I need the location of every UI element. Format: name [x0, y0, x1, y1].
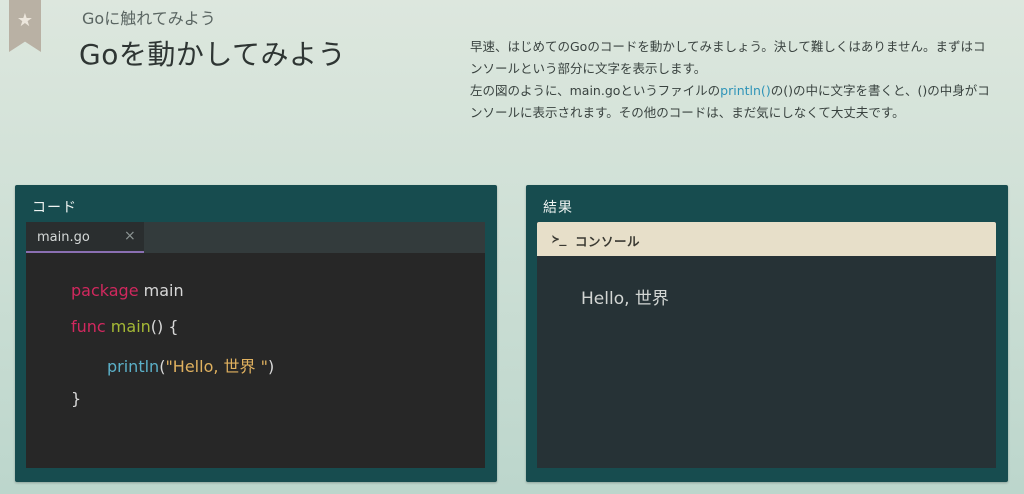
lesson-subtitle: Goに触れてみよう — [82, 9, 216, 28]
console-label: コンソール — [575, 234, 641, 249]
description-paragraph-1: 早速、はじめてのGoのコードを動かしてみましょう。決して難しくはありません。まず… — [470, 39, 986, 76]
code-keyword: func — [71, 317, 106, 336]
code-builtin: println — [107, 357, 160, 376]
code-identifier: main — [138, 281, 184, 300]
code-string: "Hello, 世界 " — [165, 357, 268, 376]
code-punctuation: ) — [267, 357, 275, 376]
code-function-name: main — [105, 317, 151, 336]
code-line: } — [71, 389, 81, 408]
code-editor[interactable]: main.go × package main func main() { pri… — [26, 222, 485, 468]
console-output: Hello, 世界 — [581, 289, 669, 309]
result-panel: 結果 ≻_ コンソール Hello, 世界 — [526, 185, 1008, 482]
description-text: 左の図のように、main.goというファイルの — [470, 83, 721, 98]
code-punctuation: } — [71, 389, 82, 408]
code-line: func main() { — [71, 317, 179, 336]
tab-label: main.go — [37, 230, 90, 245]
console: ≻_ コンソール Hello, 世界 — [537, 222, 996, 468]
description-paragraph-2: 左の図のように、main.goというファイルのprintln()の()の中に文字… — [470, 80, 990, 124]
page-title: Goを動かしてみよう — [79, 38, 346, 71]
terminal-prompt-icon: ≻_ — [552, 232, 567, 246]
code-area[interactable]: package main func main() { println("Hell… — [26, 253, 485, 468]
bookmark-badge: ★ — [9, 0, 41, 52]
lesson-description: 早速、はじめてのGoのコードを動かしてみましょう。決して難しくはありません。まず… — [470, 36, 990, 124]
code-panel: コード main.go × package main func main() {… — [15, 185, 497, 482]
code-panel-title: コード — [32, 200, 77, 216]
editor-tab-bar: main.go × — [26, 222, 485, 253]
inline-code-println: println() — [720, 83, 771, 98]
code-line: package main — [71, 281, 184, 300]
close-icon[interactable]: × — [124, 228, 136, 244]
console-header: ≻_ コンソール — [537, 222, 996, 256]
star-icon: ★ — [16, 10, 34, 31]
result-panel-title: 結果 — [543, 200, 573, 216]
tab-main-go[interactable]: main.go × — [26, 222, 144, 253]
code-keyword: package — [71, 281, 139, 300]
code-line: println("Hello, 世界 ") — [107, 353, 274, 377]
code-punctuation: () { — [150, 317, 179, 336]
